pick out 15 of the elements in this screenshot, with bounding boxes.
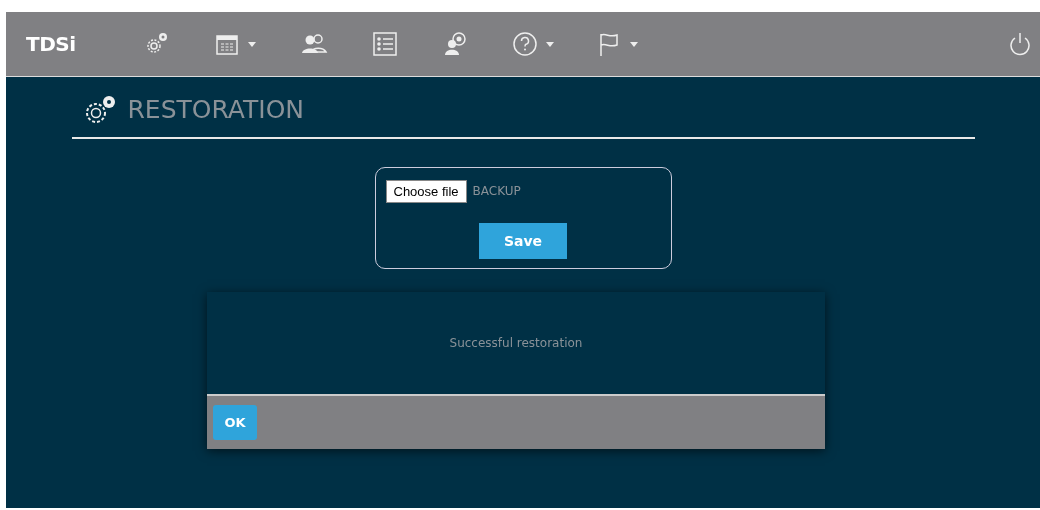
caret-icon: [630, 41, 638, 47]
save-button[interactable]: Save: [479, 223, 567, 259]
power-icon[interactable]: [1008, 31, 1032, 57]
dialog-message: Successful restoration: [449, 335, 583, 352]
page-title: RESTORATION: [127, 94, 305, 126]
users-icon: [300, 32, 328, 56]
help-icon: [512, 31, 538, 57]
ok-button[interactable]: OK: [213, 405, 257, 440]
file-name: BACKUP: [472, 183, 521, 201]
caret-icon: [546, 41, 554, 47]
caret-icon: [248, 41, 256, 47]
choose-file-button[interactable]: Choose file: [385, 179, 467, 203]
user-gear-icon: [442, 31, 468, 57]
list-icon: [372, 31, 398, 57]
logo: TDSi: [26, 31, 77, 58]
